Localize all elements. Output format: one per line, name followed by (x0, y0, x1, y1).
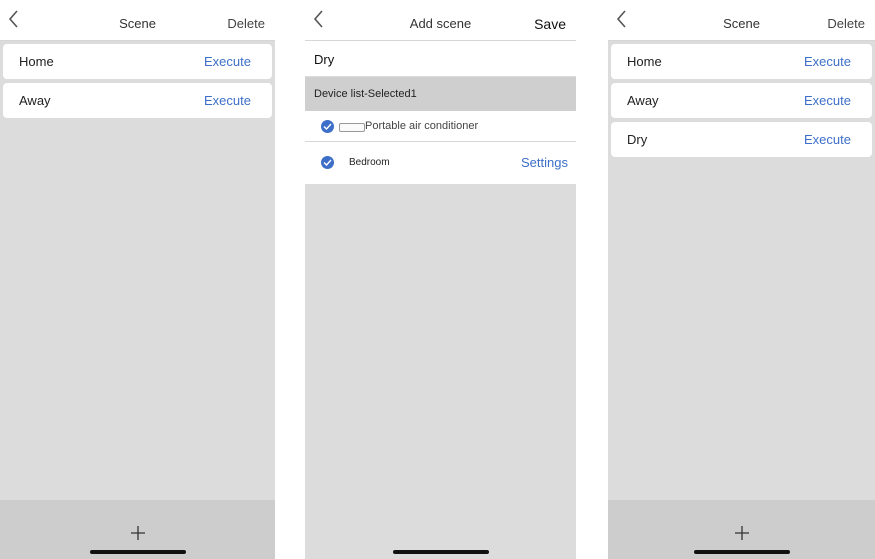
plus-icon[interactable] (734, 525, 750, 541)
execute-button[interactable]: Execute (204, 83, 251, 118)
execute-button[interactable]: Execute (804, 122, 851, 157)
home-indicator (89, 550, 186, 554)
footer-bar (608, 500, 875, 559)
save-button[interactable]: Save (534, 0, 566, 40)
add-scene-screen: Add scene Save Dry Device list-Selected1… (305, 0, 576, 559)
scene-item[interactable]: Home Execute (611, 44, 872, 79)
scene-item[interactable]: Home Execute (3, 44, 272, 79)
scene-item[interactable]: Dry Execute (611, 122, 872, 157)
home-indicator (392, 550, 489, 554)
scene-name: Dry (627, 132, 648, 147)
plus-icon[interactable] (130, 525, 146, 541)
scene-name: Away (19, 93, 51, 108)
execute-button[interactable]: Execute (204, 44, 251, 79)
checkmark-icon[interactable] (321, 156, 334, 169)
device-type-label: Portable air conditioner (365, 120, 479, 132)
scene-item[interactable]: Away Execute (611, 83, 872, 118)
checkmark-icon[interactable] (321, 120, 334, 133)
scene-list-screen: Scene Delete Home Execute Away Execute D… (608, 0, 875, 559)
scene-name: Home (19, 54, 54, 69)
device-group-row[interactable]: Portable air conditioner (305, 111, 576, 142)
section-header: Device list-Selected1 (305, 77, 576, 111)
scene-name-input[interactable]: Dry (314, 41, 334, 78)
section-header-label: Device list-Selected1 (314, 88, 417, 100)
home-indicator (693, 550, 790, 554)
scene-name: Home (627, 54, 662, 69)
scene-name: Away (627, 93, 659, 108)
delete-button[interactable]: Delete (827, 0, 865, 40)
delete-button[interactable]: Delete (227, 0, 265, 40)
device-name: Bedroom (349, 157, 390, 168)
execute-button[interactable]: Execute (804, 44, 851, 79)
footer-bar (0, 500, 275, 559)
scene-name-field[interactable]: Dry (305, 41, 576, 76)
nav-bar: Add scene Save (305, 0, 576, 41)
scene-item[interactable]: Away Execute (3, 83, 272, 118)
scene-list-screen: Scene Delete Home Execute Away Execute (0, 0, 275, 559)
execute-button[interactable]: Execute (804, 83, 851, 118)
air-conditioner-icon (339, 123, 365, 132)
device-row[interactable]: Bedroom Settings (305, 142, 576, 184)
settings-button[interactable]: Settings (521, 142, 568, 184)
nav-bar: Scene Delete (0, 0, 275, 41)
nav-bar: Scene Delete (608, 0, 875, 41)
